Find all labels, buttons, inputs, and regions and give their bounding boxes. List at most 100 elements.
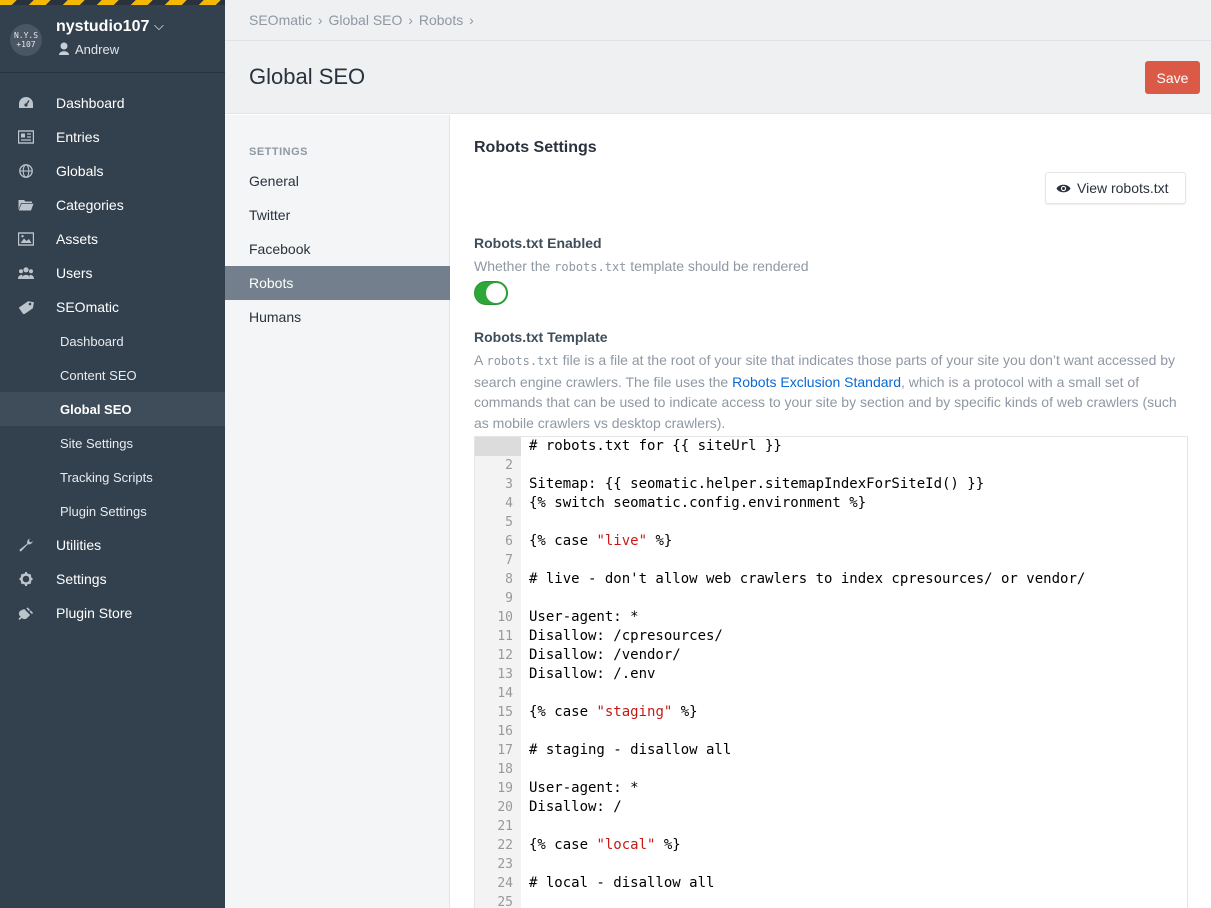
- nav-item-label: Categories: [56, 197, 124, 213]
- code-string: "staging": [596, 704, 673, 720]
- robots-enabled-instructions: Whether the robots.txt template should b…: [474, 258, 809, 274]
- line-number: 4: [505, 496, 513, 511]
- breadcrumb-item[interactable]: Global SEO: [328, 12, 402, 28]
- line-number: 15: [497, 705, 513, 720]
- code-line: User-agent: *: [529, 780, 639, 796]
- code-line: {% switch seomatic.config.environment %}: [529, 495, 867, 511]
- code-line: # live - don't allow web crawlers to ind…: [529, 571, 1086, 587]
- globe-icon: [18, 164, 34, 178]
- nav-item-label: Globals: [56, 163, 104, 179]
- view-robots-button[interactable]: View robots.txt: [1045, 172, 1186, 204]
- site-switcher[interactable]: N.Y.S +107 nystudio107 ⌵ Andrew: [0, 5, 225, 73]
- nav-item-assets[interactable]: Assets: [0, 222, 225, 256]
- nav-item-label: Dashboard: [56, 95, 125, 111]
- image-icon: [17, 232, 35, 246]
- folder-icon: [18, 198, 34, 212]
- line-number: 23: [497, 857, 513, 872]
- subnav-item-label: Facebook: [249, 241, 311, 257]
- nav-subitem-global-seo[interactable]: Global SEO: [0, 392, 225, 426]
- nav-subitem-label: Site Settings: [60, 436, 133, 451]
- line-number: 25: [497, 895, 513, 908]
- page-header: SEOmatic › Global SEO › Robots › Global …: [225, 0, 1211, 114]
- entries-icon: [17, 130, 35, 144]
- subnav-item-humans[interactable]: Humans: [225, 300, 450, 334]
- robots-enabled-label: Robots.txt Enabled: [474, 235, 602, 251]
- wrench-icon: [18, 538, 34, 552]
- line-number: 14: [497, 686, 513, 701]
- line-number: 13: [497, 667, 513, 682]
- toggle-knob: [486, 283, 506, 303]
- code-line: # local - disallow all: [529, 875, 715, 891]
- user-name[interactable]: Andrew: [75, 42, 119, 57]
- line-number: 20: [497, 800, 513, 815]
- nav-subitem-content-seo[interactable]: Content SEO: [0, 358, 225, 392]
- line-number: 24: [497, 876, 513, 891]
- subnav-heading: SETTINGS: [249, 146, 309, 158]
- site-name[interactable]: nystudio107: [56, 18, 149, 36]
- nav-subitem-dashboard[interactable]: Dashboard: [0, 324, 225, 358]
- robots-settings-panel: Robots Settings View robots.txt Robots.t…: [474, 115, 1211, 908]
- nav-subitem-site-settings[interactable]: Site Settings: [0, 426, 225, 460]
- nav-subitem-label: Dashboard: [60, 334, 124, 349]
- nav-subitem-plugin-settings[interactable]: Plugin Settings: [0, 494, 225, 528]
- nav-item-globals[interactable]: Globals: [0, 154, 225, 188]
- settings-subnav: SETTINGS General Twitter Facebook Robots…: [225, 115, 450, 908]
- plug-icon: [18, 606, 34, 621]
- robots-template-editor[interactable]: 1234567891011121314151617181920212223242…: [474, 436, 1188, 908]
- active-line-highlight: [475, 437, 521, 456]
- save-button[interactable]: Save: [1145, 61, 1200, 94]
- subnav-item-label: General: [249, 173, 299, 189]
- nav-item-seomatic[interactable]: SEOmatic: [0, 290, 225, 324]
- nav-item-utilities[interactable]: Utilities: [0, 528, 225, 562]
- nav-item-label: Users: [56, 265, 93, 281]
- nav-item-categories[interactable]: Categories: [0, 188, 225, 222]
- nav-item-users[interactable]: Users: [0, 256, 225, 290]
- subnav-item-label: Humans: [249, 309, 302, 325]
- breadcrumb-separator: ›: [469, 12, 474, 28]
- section-title: Robots Settings: [474, 139, 597, 156]
- breadcrumb-separator: ›: [317, 12, 323, 28]
- code-line: User-agent: *: [529, 609, 639, 625]
- subnav-item-general[interactable]: General: [225, 164, 450, 198]
- line-number: 12: [497, 648, 513, 663]
- robots-template-instructions: A robots.txt file is a file at the root …: [474, 352, 1177, 431]
- line-number: 7: [505, 553, 513, 568]
- nav-subitem-label: Tracking Scripts: [60, 470, 153, 485]
- header-divider: [225, 40, 1211, 41]
- nav-item-label: Utilities: [56, 537, 102, 553]
- nav-subitem-tracking-scripts[interactable]: Tracking Scripts: [0, 460, 225, 494]
- code-line: Disallow: /.env: [529, 666, 656, 682]
- line-number: 2: [505, 458, 513, 473]
- chevron-down-icon[interactable]: ⌵: [154, 18, 164, 34]
- subnav-item-facebook[interactable]: Facebook: [225, 232, 450, 266]
- nav-item-settings[interactable]: Settings: [0, 562, 225, 596]
- code-line: {% case "staging" %}: [529, 704, 698, 720]
- nav-item-label: SEOmatic: [56, 299, 120, 315]
- code-line: {% case "local" %}: [529, 837, 681, 853]
- line-number: 5: [505, 515, 513, 530]
- line-number: 17: [497, 743, 513, 758]
- breadcrumb-item[interactable]: SEOmatic: [249, 12, 312, 28]
- code-line: # staging - disallow all: [529, 742, 732, 758]
- page-title: Global SEO: [249, 64, 366, 89]
- code-string: "local": [596, 837, 656, 853]
- subnav-item-robots[interactable]: Robots: [225, 266, 450, 300]
- user-avatar-icon: [59, 42, 69, 55]
- nav-item-plugin-store[interactable]: Plugin Store: [0, 596, 225, 630]
- line-number: 6: [505, 534, 513, 549]
- nav-item-dashboard[interactable]: Dashboard: [0, 86, 225, 120]
- robots-exclusion-standard-link[interactable]: Robots Exclusion Standard: [732, 374, 901, 390]
- nav-item-label: Entries: [56, 129, 100, 145]
- robots-enabled-toggle[interactable]: [474, 281, 508, 305]
- subnav-item-twitter[interactable]: Twitter: [225, 198, 450, 232]
- line-number: 9: [505, 591, 513, 606]
- line-number: 22: [497, 838, 513, 853]
- line-number: 19: [497, 781, 513, 796]
- nav-item-label: Settings: [56, 571, 107, 587]
- nav-item-entries[interactable]: Entries: [0, 120, 225, 154]
- robots-template-label: Robots.txt Template: [474, 329, 608, 345]
- line-number: 21: [497, 819, 513, 834]
- breadcrumb-item[interactable]: Robots: [419, 12, 463, 28]
- breadcrumb: SEOmatic › Global SEO › Robots ›: [249, 12, 476, 28]
- nav-subitem-label: Global SEO: [60, 402, 132, 417]
